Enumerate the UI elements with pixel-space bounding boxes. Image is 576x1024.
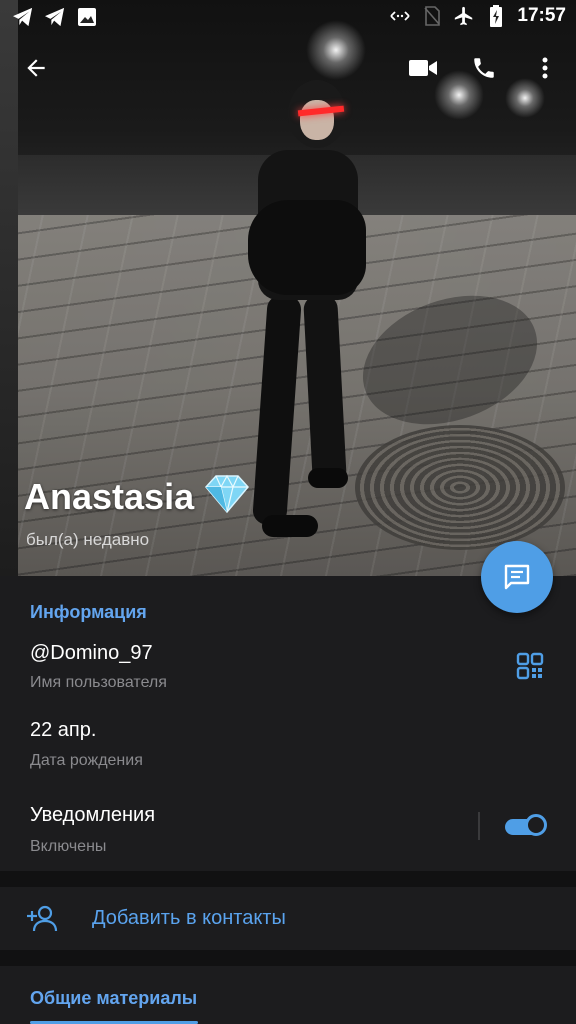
- username-value: @Domino_97: [30, 642, 153, 664]
- more-options-button[interactable]: [521, 44, 569, 92]
- telegram-icon: [44, 6, 66, 28]
- add-person-icon: [27, 905, 58, 932]
- status-time: 17:57: [517, 5, 566, 26]
- info-section-title: Информация: [30, 602, 147, 622]
- section-separator: [0, 950, 576, 966]
- username-label: Имя пользователя: [30, 674, 167, 691]
- qr-code-icon: [516, 652, 544, 680]
- divider: [478, 812, 480, 840]
- profile-name-block: Anastasia: [24, 474, 250, 519]
- data-arrows-icon: [389, 5, 411, 27]
- shared-media-section: Общие материалы: [0, 966, 576, 1024]
- video-call-icon: [409, 60, 437, 76]
- toggle-knob: [525, 814, 547, 836]
- status-bar: 17:57: [0, 0, 576, 32]
- telegram-icon: [12, 6, 34, 28]
- airplane-icon: [453, 5, 475, 27]
- image-icon: [76, 6, 98, 28]
- birthday-value: 22 апр.: [30, 719, 97, 741]
- shared-media-tab[interactable]: Общие материалы: [30, 988, 197, 1009]
- info-section: Информация @Domino_97 Имя пользователя 2…: [0, 576, 576, 871]
- message-icon: [504, 564, 530, 590]
- add-contact-button[interactable]: Добавить в контакты: [0, 887, 576, 950]
- notifications-label: Уведомления: [30, 804, 156, 826]
- message-button[interactable]: [481, 541, 553, 613]
- photo-manhole: [355, 425, 565, 550]
- back-arrow-icon: [27, 59, 45, 77]
- section-separator: [0, 871, 576, 887]
- last-seen-status: был(а) недавно: [26, 530, 150, 549]
- more-vert-icon: [542, 57, 548, 79]
- back-button[interactable]: [12, 44, 60, 92]
- qr-code-button[interactable]: [516, 652, 544, 680]
- call-button[interactable]: [460, 44, 508, 92]
- phone-icon: [474, 58, 494, 78]
- notifications-state: Включены: [30, 838, 107, 855]
- notifications-toggle[interactable]: [505, 813, 549, 839]
- photo-person: [248, 70, 368, 560]
- birthday-label: Дата рождения: [30, 752, 143, 769]
- profile-name: Anastasia: [24, 475, 195, 517]
- video-call-button[interactable]: [399, 44, 447, 92]
- battery-charging-icon: [485, 5, 507, 27]
- no-sim-icon: [421, 5, 443, 27]
- profile-toolbar: [0, 44, 576, 92]
- add-contact-label: Добавить в контакты: [92, 907, 286, 929]
- diamond-icon[interactable]: [204, 474, 250, 519]
